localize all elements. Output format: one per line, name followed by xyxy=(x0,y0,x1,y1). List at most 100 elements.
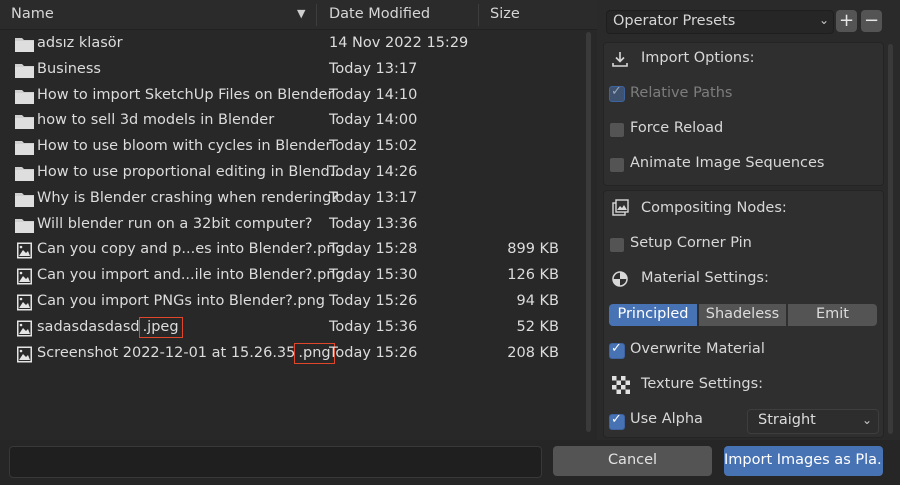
use-alpha-checkbox[interactable]: ✓ xyxy=(609,412,625,430)
file-name: How to use proportional editing in Blend… xyxy=(37,164,344,180)
file-name: Screenshot 2022-12-01 at 15.26.35 .png xyxy=(37,342,335,364)
column-divider[interactable] xyxy=(478,4,479,26)
folder-row[interactable]: Why is Blender crashing when rendering? T… xyxy=(0,186,585,212)
cancel-button[interactable]: Cancel xyxy=(553,446,712,476)
folder-icon xyxy=(14,62,35,79)
texture-settings-header: Texture Settings: xyxy=(641,376,764,392)
file-name: how to sell 3d models in Blender xyxy=(37,112,275,129)
folder-icon xyxy=(14,217,35,234)
relative-paths-checkbox[interactable]: ✓ xyxy=(609,84,625,102)
file-date: Today 15:02 xyxy=(329,138,418,155)
folder-row[interactable]: adsız klasör 14 Nov 2022 15:29 xyxy=(0,31,585,57)
column-header: Name ▼ Date Modified Size xyxy=(0,0,597,30)
file-date: Today 13:17 xyxy=(329,60,418,77)
import-images-button[interactable]: Import Images as Pla... xyxy=(724,446,883,476)
file-date: 14 Nov 2022 15:29 xyxy=(329,35,469,51)
material-icon xyxy=(612,271,628,287)
shader-option-emit[interactable]: Emit xyxy=(788,304,877,326)
file-size: 52 KB xyxy=(516,318,559,335)
file-name-base: sadasdasdasd xyxy=(37,318,140,335)
operator-presets-label: Operator Presets xyxy=(613,13,736,29)
folder-row[interactable]: How to use proportional editing in Blend… xyxy=(0,160,585,186)
setup-corner-pin-checkbox[interactable] xyxy=(609,237,625,253)
image-file-icon xyxy=(14,242,35,259)
sort-descending-icon[interactable]: ▼ xyxy=(297,7,305,20)
add-preset-button[interactable]: + xyxy=(836,10,857,32)
file-name: Business xyxy=(37,60,101,77)
alpha-mode-value: Straight xyxy=(758,412,816,428)
material-settings-header: Material Settings: xyxy=(641,270,769,286)
file-date: Today 14:26 xyxy=(329,164,418,180)
file-name-base: Screenshot 2022-12-01 at 15.26.35 xyxy=(37,344,296,361)
folder-icon xyxy=(14,139,35,156)
relative-paths-label[interactable]: Relative Paths xyxy=(630,85,733,101)
file-row[interactable]: Can you import and...ile into Blender?.p… xyxy=(0,263,585,289)
highlighted-extension: .png xyxy=(294,342,335,364)
file-size: 208 KB xyxy=(507,344,559,361)
image-file-icon xyxy=(14,294,35,311)
highlighted-extension: .jpeg xyxy=(138,316,183,338)
file-name: Can you import and...ile into Blender?.p… xyxy=(37,267,345,284)
file-name: sadasdasdasd .jpeg xyxy=(37,316,183,338)
folder-icon xyxy=(14,88,35,105)
file-name: Can you copy and p...es into Blender?.pn… xyxy=(37,241,345,258)
import-icon xyxy=(612,52,628,67)
folder-row[interactable]: How to use bloom with cycles in Blender T… xyxy=(0,134,585,160)
folder-icon xyxy=(14,113,35,130)
filename-input[interactable] xyxy=(9,446,542,478)
file-row[interactable]: sadasdasdasd .jpeg Today 15:36 52 KB xyxy=(0,315,585,341)
chevron-down-icon: ⌄ xyxy=(818,13,829,27)
file-size: 126 KB xyxy=(507,267,559,284)
folder-row[interactable]: Business Today 13:17 xyxy=(0,57,585,83)
file-date: Today 15:26 xyxy=(329,344,418,361)
file-date: Today 14:00 xyxy=(329,112,418,129)
force-reload-label[interactable]: Force Reload xyxy=(630,120,723,136)
operator-presets-dropdown[interactable]: Operator Presets ⌄ xyxy=(606,10,834,34)
file-date: Today 14:10 xyxy=(329,86,418,103)
folder-icon xyxy=(14,191,35,208)
file-date: Today 15:30 xyxy=(329,267,418,284)
use-alpha-label[interactable]: Use Alpha xyxy=(630,411,703,427)
image-file-icon xyxy=(14,320,35,337)
options-scrollbar[interactable] xyxy=(888,44,893,434)
file-name: Will blender run on a 32bit computer? xyxy=(37,215,313,232)
remove-preset-button[interactable]: − xyxy=(861,10,882,32)
force-reload-checkbox[interactable] xyxy=(609,122,625,138)
file-date: Today 15:28 xyxy=(329,241,418,258)
texture-checker-icon xyxy=(612,376,630,394)
file-row[interactable]: Screenshot 2022-12-01 at 15.26.35 .png Tod… xyxy=(0,341,585,367)
folder-icon xyxy=(14,36,35,53)
chevron-down-icon: ⌄ xyxy=(861,413,872,427)
file-name: How to import SketchUp Files on Blender xyxy=(37,86,334,103)
overwrite-material-checkbox[interactable]: ✓ xyxy=(609,341,625,359)
animate-sequences-label[interactable]: Animate Image Sequences xyxy=(630,155,824,171)
file-list-scrollbar[interactable] xyxy=(586,32,591,432)
file-name: Can you import PNGs into Blender?.png xyxy=(37,293,325,309)
setup-corner-pin-label[interactable]: Setup Corner Pin xyxy=(630,235,752,251)
column-divider[interactable] xyxy=(316,4,317,26)
column-date-header[interactable]: Date Modified xyxy=(329,6,430,22)
folder-row[interactable]: how to sell 3d models in Blender Today 14… xyxy=(0,108,585,134)
file-list-panel: Name ▼ Date Modified Size adsız klasör 14… xyxy=(0,0,597,440)
file-date: Today 13:17 xyxy=(329,189,418,206)
file-date: Today 15:36 xyxy=(329,318,418,335)
folder-row[interactable]: How to import SketchUp Files on Blender T… xyxy=(0,83,585,109)
file-date: Today 15:26 xyxy=(329,293,418,309)
alpha-mode-dropdown[interactable]: Straight ⌄ xyxy=(747,409,879,434)
column-name-header[interactable]: Name xyxy=(11,6,54,22)
folder-icon xyxy=(14,165,35,182)
shader-option-principled[interactable]: Principled xyxy=(609,304,697,326)
file-row[interactable]: Can you import PNGs into Blender?.png Tod… xyxy=(0,289,585,315)
file-row[interactable]: Can you copy and p...es into Blender?.pn… xyxy=(0,237,585,263)
file-size: 94 KB xyxy=(516,293,559,309)
column-size-header[interactable]: Size xyxy=(490,6,520,22)
file-name: adsız klasör xyxy=(37,35,123,51)
folder-row[interactable]: Will blender run on a 32bit computer? Tod… xyxy=(0,212,585,238)
image-file-icon xyxy=(14,346,35,363)
animate-sequences-checkbox[interactable] xyxy=(609,157,625,173)
import-options-header: Import Options: xyxy=(641,50,755,66)
shader-option-shadeless[interactable]: Shadeless xyxy=(699,304,786,326)
compositing-nodes-icon xyxy=(612,199,629,216)
file-size: 899 KB xyxy=(507,241,559,258)
overwrite-material-label[interactable]: Overwrite Material xyxy=(630,341,765,357)
